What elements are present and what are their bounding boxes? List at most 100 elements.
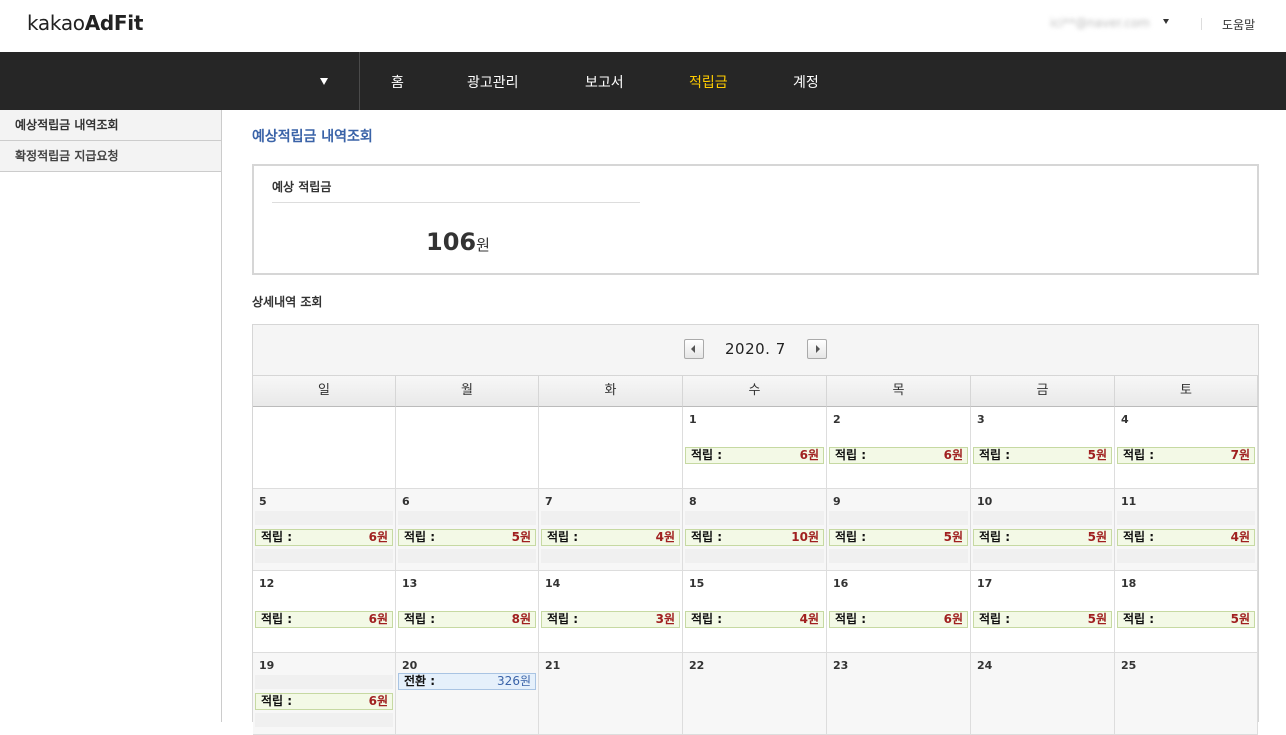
earning-value: 6원 — [368, 530, 388, 544]
top-bar: kakaoAdFit ici**@naver.com 도움말 — [0, 0, 1286, 52]
weekday-header: 월 — [396, 376, 539, 407]
calendar-day[interactable]: 25 — [1115, 653, 1258, 735]
estimate-box: 예상 적립금 106원 — [252, 164, 1259, 275]
nav-item-reports[interactable]: 보고서 — [585, 72, 624, 92]
earning-entry: 적립 : 6원 — [829, 611, 968, 628]
divider — [272, 202, 640, 203]
earning-label: 적립 : — [547, 530, 579, 544]
logo[interactable]: kakaoAdFit — [27, 11, 143, 35]
calendar-day[interactable]: 15 적립 : 4원 — [683, 571, 827, 653]
calendar-day[interactable]: 13 적립 : 8원 — [396, 571, 539, 653]
day-number: 1 — [689, 413, 697, 426]
calendar: 2020. 7 일 월 화 수 목 금 토 1 적립 : 6원 2 적립 : 6원 3 적립 : 5원 4 적립 … — [252, 324, 1259, 735]
detail-heading: 상세내역 조회 — [252, 295, 323, 309]
day-row-background — [255, 713, 393, 727]
weekday-header: 화 — [539, 376, 683, 407]
calendar-day[interactable]: 1 적립 : 6원 — [683, 407, 827, 489]
next-month-button[interactable] — [807, 339, 827, 359]
earning-value: 4원 — [655, 530, 675, 544]
earning-value: 5원 — [1087, 530, 1107, 544]
day-number: 24 — [977, 659, 993, 672]
chevron-down-icon[interactable] — [1163, 19, 1169, 24]
chevron-right-icon — [816, 345, 820, 353]
day-number: 6 — [402, 495, 410, 508]
earning-label: 적립 : — [547, 612, 579, 626]
day-number: 15 — [689, 577, 705, 590]
nav-item-rewards[interactable]: 적립금 — [689, 72, 728, 92]
calendar-day[interactable]: 3 적립 : 5원 — [971, 407, 1115, 489]
sidebar-item-estimated-history[interactable]: 예상적립금 내역조회 — [0, 110, 221, 141]
calendar-day[interactable]: 23 — [827, 653, 971, 735]
calendar-day[interactable]: 5 적립 : 6원 — [253, 489, 396, 571]
earning-label: 적립 : — [835, 612, 867, 626]
user-account[interactable]: ici**@naver.com — [1050, 16, 1150, 30]
help-link[interactable]: 도움말 — [1222, 16, 1255, 33]
earning-value: 5원 — [511, 530, 531, 544]
calendar-day[interactable]: 4 적립 : 7원 — [1115, 407, 1258, 489]
calendar-day[interactable]: 21 — [539, 653, 683, 735]
calendar-day[interactable]: 8 적립 : 10원 — [683, 489, 827, 571]
prev-month-button[interactable] — [684, 339, 704, 359]
calendar-header: 2020. 7 — [253, 325, 1258, 376]
earning-value: 3원 — [655, 612, 675, 626]
calendar-day — [253, 407, 396, 489]
conversion-label: 전환 : — [404, 674, 436, 688]
sidebar-item-payment-request[interactable]: 확정적립금 지급요청 — [0, 141, 221, 172]
earning-value: 6원 — [943, 612, 963, 626]
day-number: 10 — [977, 495, 993, 508]
day-number: 14 — [545, 577, 561, 590]
day-number: 12 — [259, 577, 275, 590]
calendar-day[interactable]: 7 적립 : 4원 — [539, 489, 683, 571]
day-row-background — [973, 549, 1112, 563]
nav-item-ad-management[interactable]: 광고관리 — [467, 72, 519, 92]
earning-label: 적립 : — [979, 448, 1011, 462]
earning-label: 적립 : — [1123, 530, 1155, 544]
earning-label: 적립 : — [835, 448, 867, 462]
earning-entry: 적립 : 4원 — [541, 529, 680, 546]
conversion-value: 326원 — [497, 674, 531, 688]
nav-item-account[interactable]: 계정 — [793, 72, 819, 92]
weekday-header: 일 — [253, 376, 396, 407]
day-number: 8 — [689, 495, 697, 508]
earning-value: 5원 — [1087, 448, 1107, 462]
earning-label: 적립 : — [979, 612, 1011, 626]
estimate-value: 106원 — [426, 228, 490, 256]
calendar-day[interactable]: 16 적립 : 6원 — [827, 571, 971, 653]
day-row-background — [541, 511, 680, 525]
main-nav: 홈 광고관리 보고서 적립금 계정 — [0, 52, 1286, 110]
calendar-day[interactable]: 14 적립 : 3원 — [539, 571, 683, 653]
nav-item-home[interactable]: 홈 — [391, 72, 404, 92]
page-title: 예상적립금 내역조회 — [252, 129, 373, 145]
menu-dropdown-icon[interactable] — [320, 78, 328, 85]
day-row-background — [398, 549, 536, 563]
day-number: 4 — [1121, 413, 1129, 426]
earning-entry: 적립 : 4원 — [685, 611, 824, 628]
earning-label: 적립 : — [261, 694, 293, 708]
calendar-day[interactable]: 24 — [971, 653, 1115, 735]
calendar-day[interactable]: 20 전환 : 326원 — [396, 653, 539, 735]
calendar-day[interactable]: 10 적립 : 5원 — [971, 489, 1115, 571]
calendar-day[interactable]: 11 적립 : 4원 — [1115, 489, 1258, 571]
calendar-day[interactable]: 17 적립 : 5원 — [971, 571, 1115, 653]
calendar-day[interactable]: 2 적립 : 6원 — [827, 407, 971, 489]
earning-label: 적립 : — [1123, 448, 1155, 462]
calendar-day — [396, 407, 539, 489]
calendar-day[interactable]: 18 적립 : 5원 — [1115, 571, 1258, 653]
day-number: 7 — [545, 495, 553, 508]
earning-entry: 적립 : 5원 — [973, 447, 1112, 464]
day-row-background — [685, 549, 824, 563]
day-number: 11 — [1121, 495, 1137, 508]
earning-value: 8원 — [511, 612, 531, 626]
calendar-day[interactable]: 6 적립 : 5원 — [396, 489, 539, 571]
day-number: 3 — [977, 413, 985, 426]
weekday-header: 금 — [971, 376, 1115, 407]
divider — [1201, 18, 1202, 30]
day-number: 19 — [259, 659, 275, 672]
weekday-header: 목 — [827, 376, 971, 407]
calendar-day[interactable]: 9 적립 : 5원 — [827, 489, 971, 571]
earning-entry: 적립 : 4원 — [1117, 529, 1255, 546]
earning-label: 적립 : — [404, 530, 436, 544]
calendar-day[interactable]: 12 적립 : 6원 — [253, 571, 396, 653]
calendar-day[interactable]: 22 — [683, 653, 827, 735]
calendar-day[interactable]: 19 적립 : 6원 — [253, 653, 396, 735]
